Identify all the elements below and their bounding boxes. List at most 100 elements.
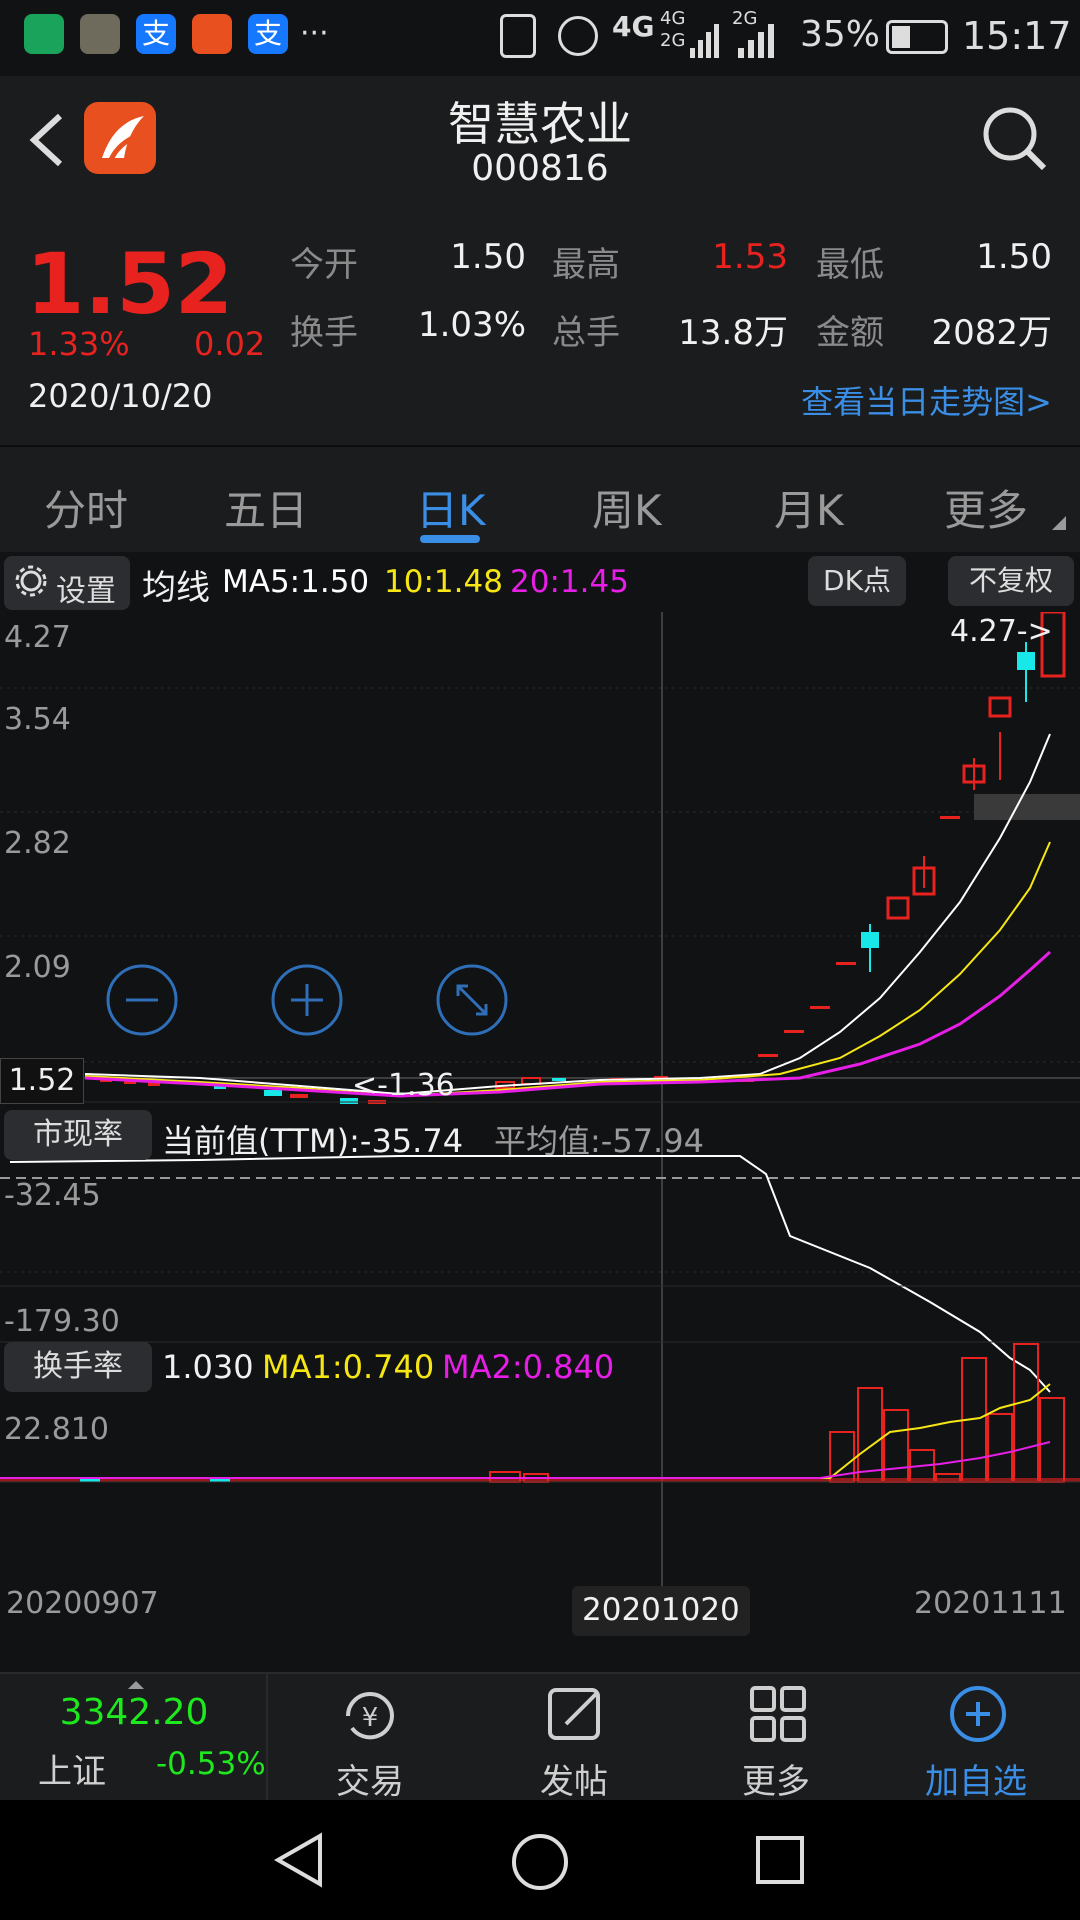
ticker-up-arrow-icon — [128, 1674, 144, 1693]
battery-percent: 35% — [800, 14, 881, 55]
system-nav-bar — [0, 1800, 1080, 1920]
signal-icon-2 — [738, 20, 778, 64]
tab-monthly-k[interactable]: 月K — [774, 477, 844, 538]
trade-label: 交易 — [336, 1762, 404, 1802]
recents-square-icon[interactable] — [754, 1834, 806, 1890]
turnover-ma2-line — [0, 1441, 1051, 1479]
open-value: 1.50 — [450, 237, 526, 277]
vibrate-icon — [500, 14, 536, 58]
settings-label: 设置 — [56, 574, 116, 609]
volume-value: 13.8万 — [678, 313, 788, 353]
turnover-selector-button[interactable]: 换手率 — [4, 1342, 152, 1392]
pcf-y-bottom: -179.30 — [4, 1304, 120, 1339]
pcf-average: 平均值:-57.94 — [494, 1122, 704, 1160]
rising-candles — [758, 612, 1066, 1057]
turnover-ma1-line — [0, 1383, 1051, 1479]
index-name: 上证 — [38, 1752, 106, 1792]
ma20-value: 20:1.45 — [510, 564, 629, 600]
indicator-selector-button[interactable]: 市现率 — [4, 1110, 152, 1160]
more-button[interactable]: 更多 — [706, 1674, 846, 1802]
turnover-value: 1.030 — [162, 1348, 254, 1386]
change-amount: 0.02 — [194, 325, 266, 363]
edit-icon — [546, 1684, 606, 1748]
network-type: 4G — [612, 10, 655, 43]
trade-icon: ¥ — [338, 1684, 402, 1752]
trade-button[interactable]: ¥ 交易 — [300, 1674, 440, 1802]
network-type-2: 4G — [660, 8, 686, 29]
no-adjust-button[interactable]: 不复权 — [948, 556, 1074, 606]
add-watchlist-label: 加自选 — [925, 1762, 1027, 1802]
dk-point-button[interactable]: DK点 — [808, 556, 906, 606]
y-label-4-27: 4.27 — [4, 620, 71, 655]
x-label-cursor: 20201020 — [572, 1586, 750, 1636]
alarm-icon — [558, 16, 598, 56]
zoom-in-button — [271, 964, 343, 1036]
high-value: 1.53 — [712, 237, 788, 277]
home-circle-icon[interactable] — [510, 1832, 570, 1896]
more-notifications-icon: ··· — [300, 16, 329, 51]
search-icon[interactable] — [980, 104, 1050, 178]
amount-label: 金额 — [816, 313, 884, 353]
back-triangle-icon[interactable] — [272, 1832, 328, 1892]
min-marker: <-1.36 — [352, 1068, 455, 1103]
more-label: 更多 — [742, 1762, 810, 1802]
ma10-value: 10:1.48 — [384, 564, 503, 600]
alipay-icon: 支 — [136, 14, 176, 54]
gear-icon — [14, 564, 48, 606]
price-tag: 1.52 — [0, 1058, 84, 1104]
y-label-2-09: 2.09 — [4, 950, 71, 985]
post-label: 发帖 — [540, 1762, 608, 1802]
open-label: 今开 — [290, 245, 358, 285]
change-percent: 1.33% — [28, 325, 130, 363]
amount-value: 2082万 — [931, 313, 1052, 353]
period-tabs: 分时 五日 日K 周K 月K 更多 — [0, 447, 1080, 552]
x-label-start: 20200907 — [6, 1586, 159, 1621]
turnover-label: 换手 — [290, 313, 358, 353]
turnover-ma2: MA2:0.840 — [442, 1348, 615, 1386]
tab-five-day[interactable]: 五日 — [224, 477, 308, 538]
quote-date: 2020/10/20 — [28, 377, 213, 415]
dropdown-triangle-icon — [1052, 515, 1066, 534]
add-watchlist-button[interactable]: 加自选 — [906, 1674, 1046, 1802]
index-value: 3342.20 — [59, 1692, 209, 1733]
fullscreen-button — [436, 964, 508, 1036]
settings-button[interactable]: 设置 — [4, 556, 130, 610]
main-grid — [0, 687, 1080, 1273]
low-value: 1.50 — [976, 237, 1052, 277]
svg-text:¥: ¥ — [362, 1703, 379, 1733]
y-label-3-54: 3.54 — [4, 702, 71, 737]
bottom-nav: 3342.20 上证 -0.53% ¥ 交易 发帖 更多 加自选 — [0, 1672, 1080, 1802]
tab-intraday[interactable]: 分时 — [44, 477, 128, 538]
pcf-current: 当前值(TTM):-35.74 — [162, 1122, 464, 1160]
high-label: 最高 — [552, 245, 620, 285]
low-label: 最低 — [816, 245, 884, 285]
kline-chart-area[interactable]: 设置 均线 MA5:1.50 10:1.48 20:1.45 DK点 不复权 4… — [0, 552, 1080, 1670]
index-ticker[interactable]: 3342.20 上证 -0.53% — [0, 1674, 268, 1800]
max-marker: 4.27-> — [950, 614, 1053, 649]
index-change: -0.53% — [156, 1746, 266, 1782]
turnover-value: 1.03% — [417, 305, 526, 345]
ma-title: 均线 — [142, 568, 210, 608]
shield-app-icon — [24, 14, 64, 54]
tab-daily-k[interactable]: 日K — [416, 477, 486, 538]
post-button[interactable]: 发帖 — [504, 1674, 644, 1802]
turnover-ma1: MA1:0.740 — [262, 1348, 435, 1386]
zoom-out-button — [106, 964, 178, 1036]
network-type-3: 2G — [660, 30, 686, 51]
alipay-icon-2: 支 — [248, 14, 288, 54]
intraday-chart-link[interactable]: 查看当日走势图> — [720, 377, 1052, 423]
plus-circle-icon — [948, 1684, 1008, 1748]
stock-name: 智慧农业 — [448, 97, 632, 151]
photo-app-icon — [80, 14, 120, 54]
y-label-2-82: 2.82 — [4, 826, 71, 861]
pcf-y-top: -32.45 — [4, 1178, 101, 1213]
active-tab-indicator — [420, 535, 480, 543]
stock-code: 000816 — [471, 148, 609, 189]
volume-label: 总手 — [552, 313, 620, 353]
tab-weekly-k[interactable]: 周K — [592, 477, 662, 538]
ma20-line — [84, 950, 1052, 1098]
tab-more[interactable]: 更多 — [944, 477, 1028, 538]
stock-app-icon — [192, 14, 232, 54]
last-price: 1.52 — [26, 235, 234, 333]
clock: 15:17 — [962, 14, 1072, 58]
